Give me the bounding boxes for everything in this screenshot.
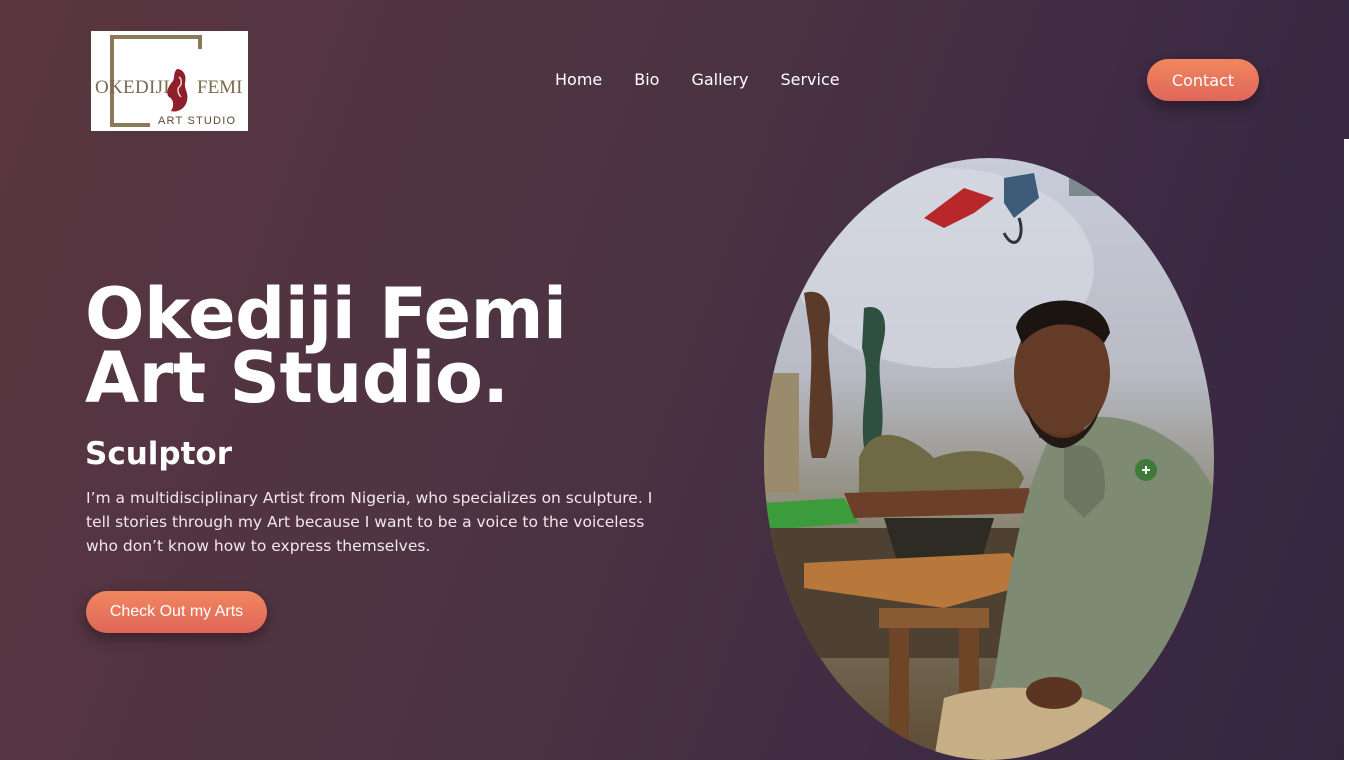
hero-subtitle: Sculptor [85,436,232,472]
logo-frame [110,35,202,39]
logo-tagline: ART STUDIO [158,115,237,127]
hero-description: I’m a multidisciplinary Artist from Nige… [86,489,653,555]
sculpture-emblem-icon [167,69,188,112]
nav-service[interactable]: Service [780,70,839,90]
main-nav: Home Bio Gallery Service [555,70,840,90]
artist-portrait-photo [764,158,1214,760]
check-out-arts-button[interactable]: Check Out my Arts [86,591,267,633]
logo-frame [110,123,150,127]
logo-frame [198,35,202,49]
hero-title-line2: Art Studio. [85,337,509,419]
hero-title: Okediji Femi Art Studio. [85,279,725,413]
nav-home[interactable]: Home [555,70,602,90]
studio-scene-illustration [764,168,1214,760]
nav-gallery[interactable]: Gallery [691,70,748,90]
logo-name-right: FEMI [197,77,243,98]
page-edge-strip [1344,139,1349,760]
contact-button[interactable]: Contact [1147,59,1259,101]
nav-bio[interactable]: Bio [634,70,659,90]
logo-name-left: OKEDIJI [95,77,170,98]
studio-logo[interactable]: OKEDIJI FEMI ART STUDIO [91,31,248,131]
